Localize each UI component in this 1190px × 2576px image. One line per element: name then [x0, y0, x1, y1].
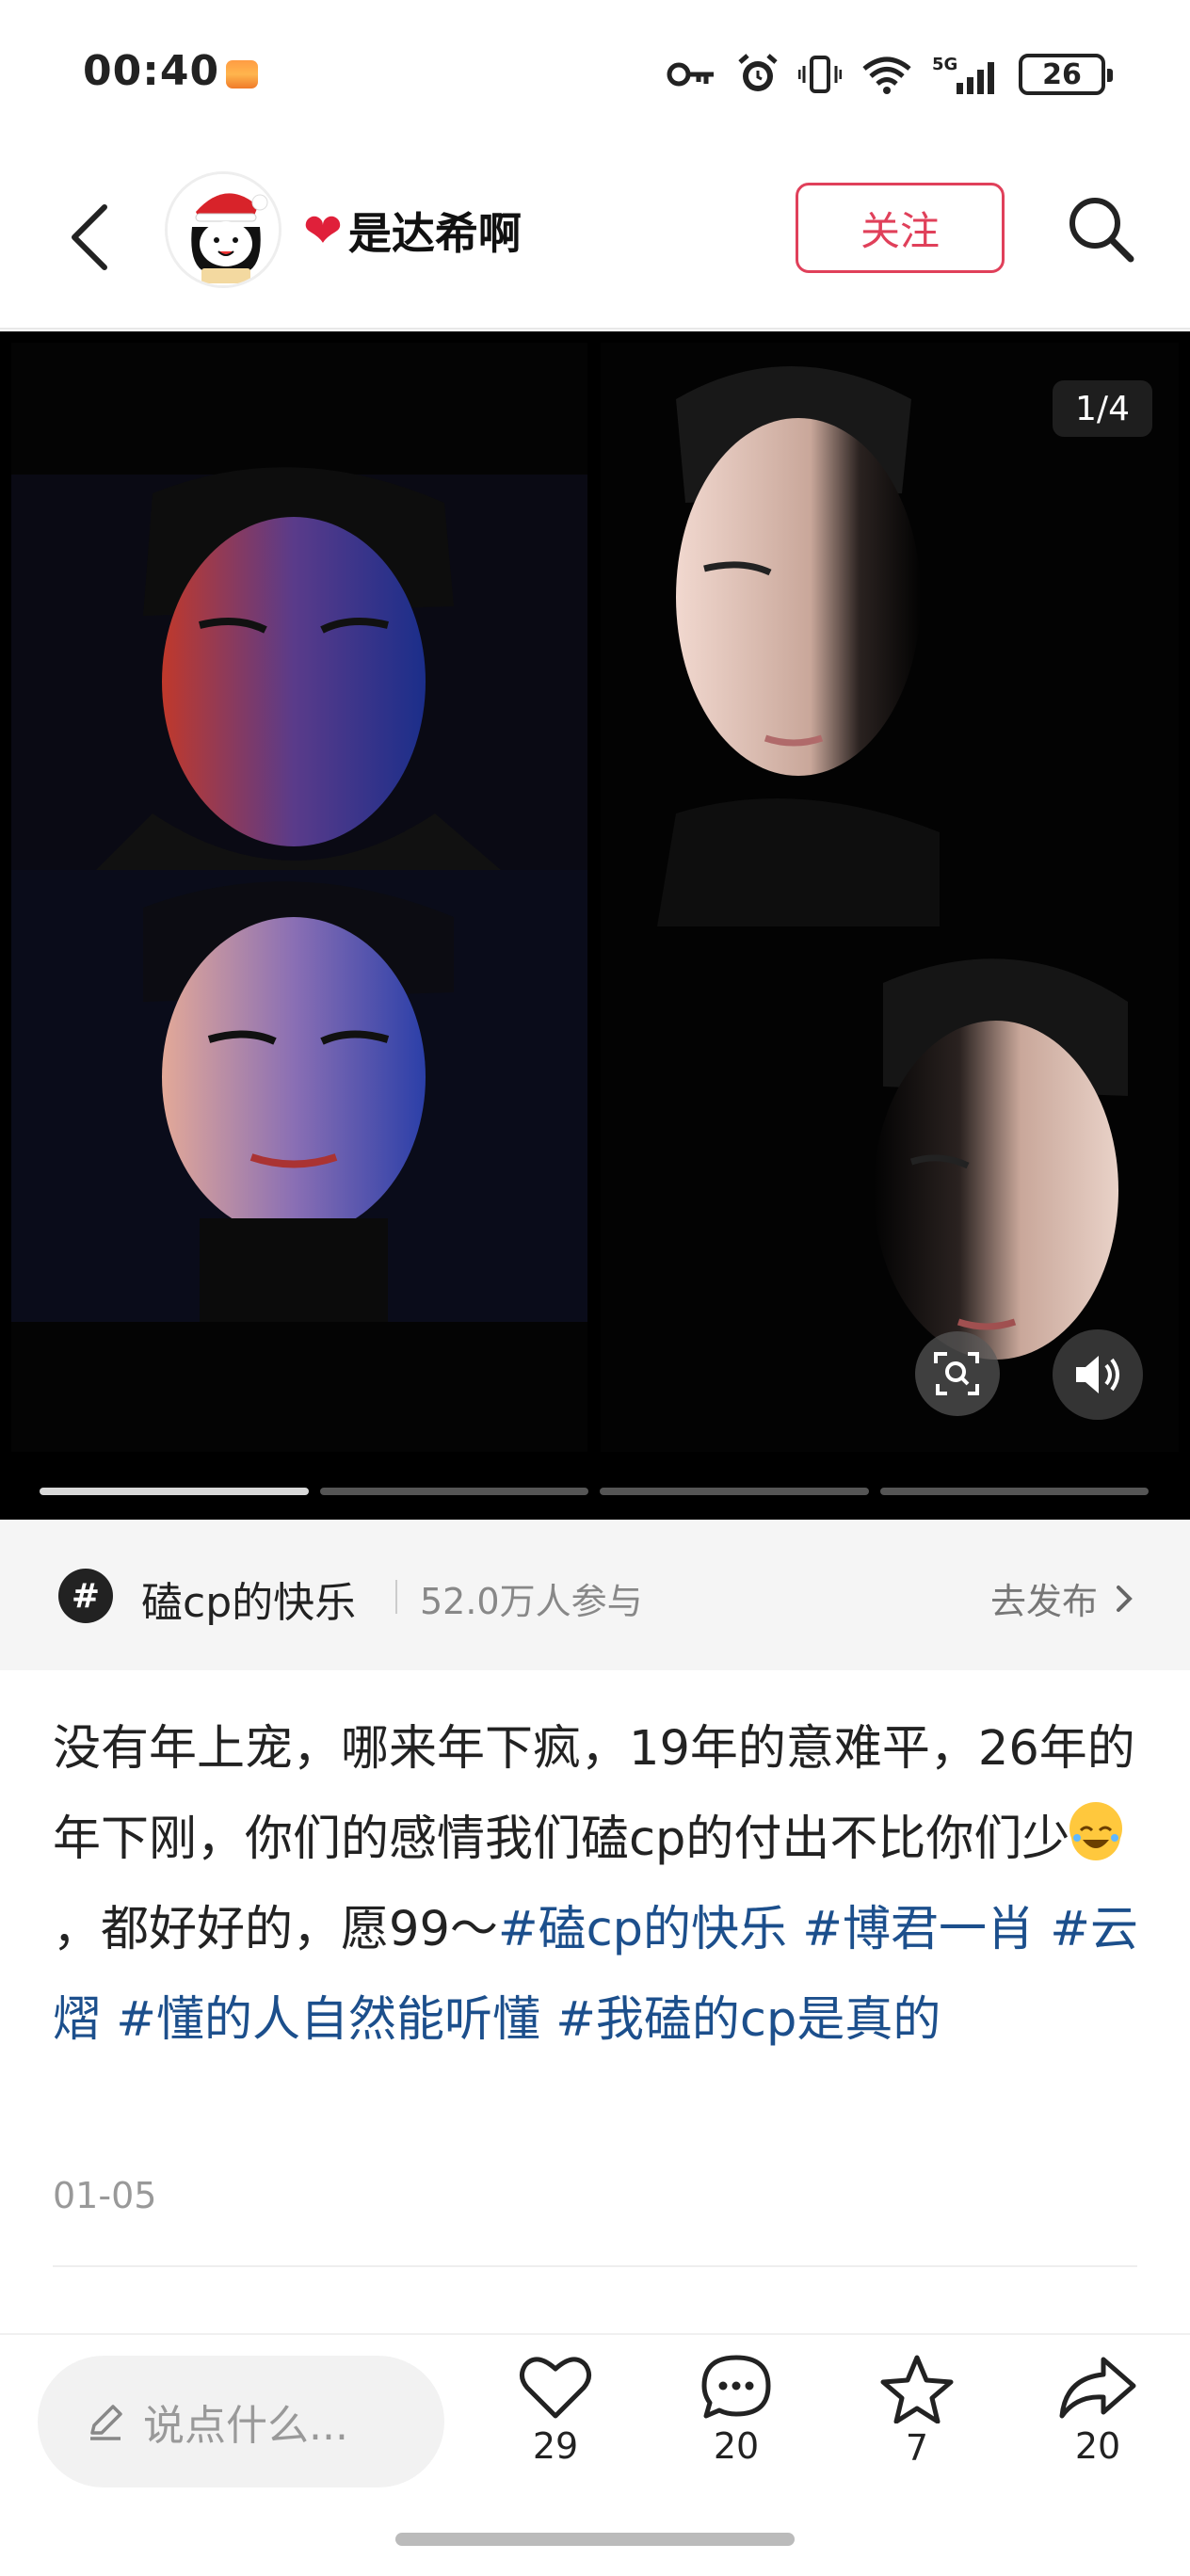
battery-indicator: 26 [1019, 54, 1113, 95]
progress-segment [319, 1488, 588, 1495]
sound-toggle-button[interactable] [1053, 1329, 1143, 1420]
photo-right-collage: 1/4 [601, 343, 1179, 1452]
comment-count: 20 [713, 2425, 760, 2467]
status-time: 00:40 [83, 47, 220, 95]
avatar[interactable] [165, 171, 281, 288]
share-arrow-icon [1059, 2357, 1136, 2419]
topic-separator [395, 1580, 397, 1614]
lens-search-icon [934, 1352, 979, 1395]
photo-left-collage [11, 343, 587, 1452]
topic-bar[interactable]: # 磕cp的快乐 52.0万人参与 去发布 [0, 1520, 1190, 1670]
alarm-icon [738, 54, 778, 91]
go-post-label: 去发布 [989, 1581, 1098, 1622]
status-icons: 5G 26 [667, 53, 1113, 96]
post-header: ❤ 是达希啊 关注 [0, 151, 1190, 330]
comment-input[interactable]: 说点什么... [38, 2356, 444, 2487]
user-name-text: 是达希啊 [347, 208, 522, 259]
speaker-icon [1076, 1356, 1119, 1393]
topic-name: 磕cp的快乐 [141, 1579, 357, 1627]
post-date: 01-05 [53, 2175, 157, 2216]
post-text-main: 没有年上宠，哪来年下疯，19年的意难平，26年的年下刚，你们的感情我们磕cp的付… [53, 1721, 1135, 1867]
image-counter: 1/4 [1053, 380, 1152, 437]
comment-bubble-icon [701, 2355, 771, 2419]
notification-app-icon [226, 60, 258, 89]
search-icon [1069, 198, 1134, 263]
divider [53, 2265, 1137, 2267]
chevron-right-icon [1117, 1585, 1133, 1612]
search-button[interactable] [1058, 186, 1143, 271]
vibrate-icon [798, 56, 842, 93]
signal-5g-icon: 5G [932, 55, 994, 94]
image-search-button[interactable] [915, 1331, 1000, 1416]
user-name[interactable]: ❤ 是达希啊 [303, 200, 522, 262]
key-icon [667, 62, 714, 87]
chevron-left-icon [72, 204, 107, 270]
hashtag-link[interactable]: #懂的人自然能听懂 [116, 1992, 540, 2048]
go-post-button[interactable]: 去发布 [990, 1572, 1134, 1624]
comment-placeholder: 说点什么... [143, 2402, 348, 2450]
topic-participants: 52.0万人参与 [420, 1581, 643, 1622]
avatar-illustration [168, 174, 279, 285]
progress-segment [40, 1488, 309, 1495]
carousel-progress [40, 1488, 1149, 1497]
share-count: 20 [1074, 2425, 1121, 2467]
post-body: 没有年上宠，哪来年下疯，19年的意难平，26年的年下刚，你们的感情我们磕cp的付… [53, 1704, 1145, 2066]
favorite-button[interactable]: 7 [860, 2354, 973, 2469]
like-button[interactable]: 29 [499, 2354, 612, 2467]
wifi-icon [862, 56, 911, 94]
comment-button[interactable]: 20 [680, 2354, 793, 2467]
hashtag-link[interactable]: #磕cp的快乐 [498, 1902, 787, 1957]
svg-text:5G: 5G [932, 55, 957, 74]
back-button[interactable] [56, 190, 122, 284]
star-icon [880, 2355, 954, 2423]
rofl-emoji-icon [1069, 1802, 1123, 1860]
follow-button[interactable]: 关注 [796, 183, 1005, 273]
hashtag-link[interactable]: #我磕的cp是真的 [555, 1992, 941, 2048]
hashtag-icon: # [58, 1569, 113, 1623]
image-carousel[interactable]: 1/4 [0, 331, 1190, 1520]
status-bar: 00:40 5G 26 [0, 0, 1190, 151]
like-count: 29 [532, 2425, 579, 2467]
heart-emoji-icon: ❤ [303, 203, 343, 258]
heart-icon [520, 2357, 591, 2419]
pencil-icon [90, 2405, 122, 2440]
bottom-action-bar: 说点什么... 29 20 7 20 [0, 2333, 1190, 2503]
progress-segment [600, 1488, 869, 1495]
progress-segment [879, 1488, 1149, 1495]
hashtag-link[interactable]: #博君一肖 [802, 1902, 1035, 1957]
favorite-count: 7 [905, 2427, 929, 2469]
post-text-tail: ，都好好的，愿99～ [53, 1902, 498, 1957]
home-indicator[interactable] [395, 2533, 795, 2546]
share-button[interactable]: 20 [1041, 2354, 1154, 2467]
